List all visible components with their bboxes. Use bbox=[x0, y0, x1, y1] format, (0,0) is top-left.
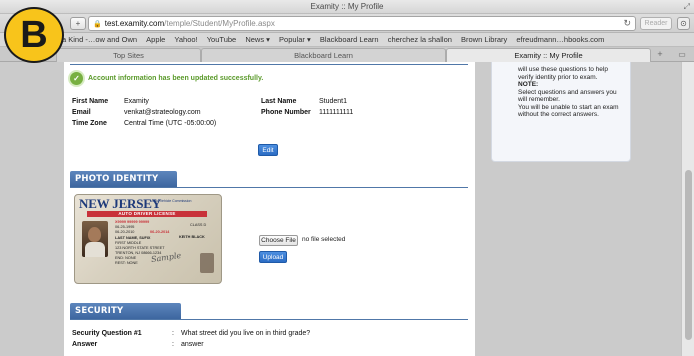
bookmark-item[interactable]: Brown Library bbox=[461, 33, 507, 46]
tab-blackboard[interactable]: Blackboard Learn bbox=[201, 48, 446, 62]
tab-examity-profile[interactable]: Examity :: My Profile bbox=[446, 48, 651, 62]
help-text-2: Select questions and answers you will re… bbox=[518, 88, 617, 104]
license-issue-date: 06-20-2010 bbox=[115, 230, 135, 234]
license-name-1: LAST NAME, SUFIX bbox=[115, 236, 151, 240]
bookmark-item[interactable]: Apple bbox=[146, 33, 165, 46]
reload-icon[interactable]: ↻ bbox=[623, 17, 631, 30]
security-help-panel: will use these questions to help verify … bbox=[491, 62, 631, 162]
lock-icon: 🔒 bbox=[93, 21, 102, 28]
license-endorsements: END: NONE bbox=[115, 256, 137, 260]
url-host: test.examity.com bbox=[104, 19, 165, 28]
success-text: Account information has been updated suc… bbox=[88, 75, 264, 82]
license-class: CLASS D bbox=[190, 223, 207, 227]
browser-toolbar: + 🔒 test.examity.com/temple/Student/MyPro… bbox=[0, 14, 694, 33]
license-ghost-photo bbox=[200, 253, 214, 273]
timezone-value: Central Time (UTC -05:00:00) bbox=[124, 120, 217, 127]
edit-button[interactable]: Edit bbox=[258, 144, 278, 156]
bookmark-item[interactable]: Popular ▾ bbox=[279, 33, 311, 46]
tab-strip: Top Sites Blackboard Learn Examity :: My… bbox=[0, 47, 694, 62]
checkmark-icon: ✓ bbox=[70, 72, 83, 85]
bookmarks-bar: a Kind -…ow and Own Apple Yahoo! YouTube… bbox=[0, 33, 694, 47]
bookmark-item[interactable]: a Kind -…ow and Own bbox=[62, 33, 137, 46]
tab-overview-icon[interactable]: ▭ bbox=[673, 49, 691, 61]
license-exp-date: 06-20-2014 bbox=[150, 230, 170, 234]
bookmark-item[interactable]: Blackboard Learn bbox=[320, 33, 379, 46]
screenshot-frame: Examity :: My Profile ⤢ + 🔒 test.examity.… bbox=[0, 0, 694, 356]
vertical-scrollbar[interactable] bbox=[681, 62, 694, 356]
last-name-label: Last Name bbox=[261, 98, 297, 105]
phone-value: 1111111111 bbox=[319, 109, 354, 116]
upload-button[interactable]: Upload bbox=[259, 251, 287, 263]
choose-file-button[interactable]: Choose File bbox=[259, 235, 298, 246]
license-state: NEW JERSEY bbox=[79, 196, 161, 211]
last-name-value: Student1 bbox=[319, 98, 348, 105]
section-divider bbox=[70, 319, 468, 320]
fullscreen-icon[interactable]: ⤢ bbox=[684, 2, 690, 12]
bookmark-item[interactable]: News ▾ bbox=[245, 33, 270, 46]
security-questions-heading: SECURITY QUESTIONS bbox=[70, 303, 181, 332]
license-restrictions: REST: NONE bbox=[115, 261, 138, 265]
license-address-1: 123 NORTH STATE STREET bbox=[115, 246, 165, 250]
no-file-text: no file selected bbox=[302, 236, 346, 243]
license-photo bbox=[82, 221, 108, 257]
phone-label: Phone Number bbox=[261, 109, 311, 116]
license-sample-name: KEITH BLACK bbox=[179, 235, 205, 239]
page-viewport: ✓ Account information has been updated su… bbox=[0, 62, 694, 356]
section-divider bbox=[70, 187, 468, 188]
email-label: Email bbox=[72, 109, 91, 116]
drivers-license-image: NEW JERSEY Motor Vehicle Commission AUTO… bbox=[74, 194, 222, 284]
license-number: X9999 99999 99999 bbox=[115, 220, 150, 224]
email-value: venkat@strateology.com bbox=[124, 109, 201, 116]
timezone-label: Time Zone bbox=[72, 120, 107, 127]
answer-1-label: Answer bbox=[72, 341, 98, 348]
success-message: ✓ Account information has been updated su… bbox=[70, 72, 263, 86]
separator: : bbox=[172, 341, 174, 348]
address-bar[interactable]: 🔒 test.examity.com/temple/Student/MyProfi… bbox=[88, 16, 636, 31]
help-text-1: will use these questions to help verify … bbox=[518, 66, 608, 81]
security-question-1-value: What street did you live on in third gra… bbox=[181, 330, 311, 337]
plus-icon: + bbox=[75, 19, 81, 28]
license-name-2: FIRST MIDDLE bbox=[115, 241, 142, 245]
first-name-label: First Name bbox=[72, 98, 109, 105]
first-name-value: Examity bbox=[124, 98, 149, 105]
separator: : bbox=[172, 330, 174, 337]
window-titlebar: Examity :: My Profile ⤢ bbox=[0, 0, 694, 14]
help-note-label: NOTE: bbox=[518, 81, 539, 88]
license-agency: Motor Vehicle Commission bbox=[150, 199, 192, 203]
section-divider bbox=[70, 64, 468, 65]
bookmark-item[interactable]: Yahoo! bbox=[174, 33, 197, 46]
add-bookmark-button[interactable]: + bbox=[70, 17, 86, 30]
photo-identity-heading: PHOTO IDENTITY bbox=[70, 171, 177, 187]
new-tab-button[interactable]: + bbox=[651, 49, 669, 61]
license-title: AUTO DRIVER LICENSE bbox=[87, 211, 207, 217]
window-title: Examity :: My Profile bbox=[310, 2, 384, 11]
bookmark-item[interactable]: cherchez la shallon bbox=[388, 33, 452, 46]
downloads-icon[interactable]: ⊙ bbox=[677, 17, 690, 30]
license-dob: 06-25-1995 bbox=[115, 225, 135, 229]
reader-button[interactable]: Reader bbox=[640, 17, 672, 30]
url-path: /temple/Student/MyProfile.aspx bbox=[164, 19, 275, 28]
tab-top-sites[interactable]: Top Sites bbox=[56, 48, 201, 62]
bookmark-item[interactable]: efreudmann…hbooks.com bbox=[516, 33, 604, 46]
help-text-3: You will be unable to start an exam with… bbox=[518, 103, 619, 119]
profile-page: ✓ Account information has been updated su… bbox=[64, 62, 475, 356]
security-question-1-label: Security Question #1 bbox=[72, 330, 142, 337]
annotation-badge: B bbox=[4, 7, 64, 63]
bookmark-item[interactable]: YouTube bbox=[207, 33, 236, 46]
answer-1-value: answer bbox=[181, 341, 204, 348]
scrollbar-thumb[interactable] bbox=[685, 170, 692, 340]
